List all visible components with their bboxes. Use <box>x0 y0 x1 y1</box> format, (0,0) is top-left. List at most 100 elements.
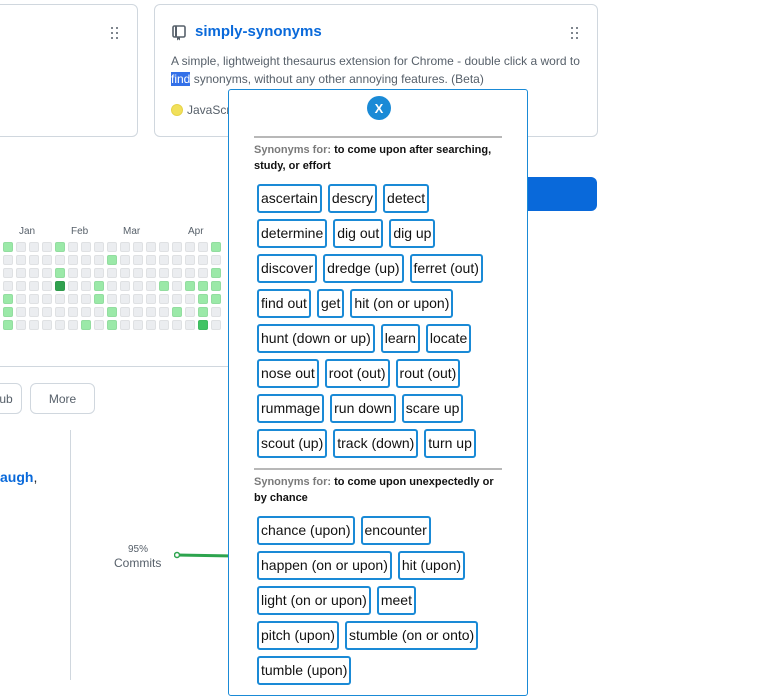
month-label: Apr <box>188 226 204 237</box>
synonym-chip[interactable]: encounter <box>360 516 431 545</box>
contribution-cell <box>68 320 78 330</box>
drag-handle-icon[interactable] <box>571 27 579 39</box>
user-name[interactable]: augh <box>0 469 33 485</box>
contribution-cell <box>107 242 117 252</box>
synonym-chip[interactable]: discover <box>257 254 318 283</box>
contribution-cell <box>94 294 104 304</box>
synonym-chip[interactable]: chance (upon) <box>257 516 355 545</box>
synonym-chip[interactable]: ferret (out) <box>409 254 483 283</box>
contribution-cell <box>198 268 208 278</box>
synonym-chip[interactable]: detect <box>383 184 430 213</box>
more-button[interactable]: More <box>30 383 95 414</box>
contribution-cell <box>159 294 169 304</box>
contribution-cell <box>42 320 52 330</box>
contribution-cell <box>68 255 78 265</box>
contribution-cell <box>55 268 65 278</box>
contribution-cell <box>68 294 78 304</box>
activity-overview-line <box>174 551 234 559</box>
contribution-cell <box>211 320 221 330</box>
synonym-list: chance (upon) encounter happen (on or upon… <box>257 516 502 691</box>
synonym-chip[interactable]: hunt (down or up) <box>257 324 375 353</box>
synonym-chip[interactable]: locate <box>425 324 472 353</box>
synonym-chip[interactable]: find out <box>257 289 311 318</box>
contribution-cell <box>198 255 208 265</box>
selected-word[interactable]: find <box>171 72 191 86</box>
close-button[interactable]: X <box>367 96 391 120</box>
synonym-chip[interactable]: dig out <box>333 219 384 248</box>
synonym-chip[interactable]: scout (up) <box>257 429 328 458</box>
synonym-popup: X Synonyms for: to come upon after searc… <box>228 89 528 696</box>
commits-label: Commits <box>114 556 162 570</box>
contribution-cell <box>185 294 195 304</box>
synonym-chip[interactable]: learn <box>380 324 420 353</box>
synonym-chip[interactable]: happen (on or upon) <box>257 551 392 580</box>
contribution-cell <box>133 242 143 252</box>
synonym-chip[interactable]: ascertain <box>257 184 322 213</box>
contribution-cell <box>68 268 78 278</box>
synonym-chip[interactable]: track (down) <box>333 429 419 458</box>
synonym-chip[interactable]: pitch (upon) <box>257 621 339 650</box>
synonym-chip[interactable]: rout (out) <box>395 359 461 388</box>
contribution-cell <box>55 255 65 265</box>
contribution-cell <box>172 307 182 317</box>
contribution-cell <box>55 281 65 291</box>
contribution-cell <box>146 281 156 291</box>
synonym-chip[interactable]: rummage <box>257 394 325 423</box>
synonym-chip[interactable]: dredge (up) <box>323 254 404 283</box>
contribution-cell <box>55 307 65 317</box>
contribution-cell <box>211 242 221 252</box>
user-link[interactable]: augh, <box>0 469 37 485</box>
synonym-chip[interactable]: get <box>316 289 345 318</box>
contribution-cell <box>159 320 169 330</box>
contribution-cell <box>42 294 52 304</box>
contribution-cell <box>3 281 13 291</box>
synonym-list: ascertain descry detect determine dig out dig… <box>257 184 502 464</box>
synonym-chip[interactable]: hit (upon) <box>397 551 466 580</box>
synonym-chip[interactable]: hit (on or upon) <box>350 289 454 318</box>
synonym-chip[interactable]: root (out) <box>324 359 390 388</box>
contribution-cell <box>81 294 91 304</box>
synonym-chip[interactable]: nose out <box>257 359 319 388</box>
contribution-cell <box>81 268 91 278</box>
contribution-cell <box>94 255 104 265</box>
contribution-cell <box>107 294 117 304</box>
synonym-chip[interactable]: light (on or upon) <box>257 586 371 615</box>
contribution-cell <box>185 281 195 291</box>
contribution-cell <box>3 255 13 265</box>
contribution-cell <box>94 307 104 317</box>
contribution-cell <box>29 255 39 265</box>
contribution-cell <box>211 294 221 304</box>
synonym-chip[interactable]: turn up <box>424 429 476 458</box>
repo-description: A simple, lightweight thesaurus extensio… <box>171 52 591 88</box>
contribution-cell <box>198 294 208 304</box>
synonym-chip[interactable]: meet <box>376 586 416 615</box>
synonym-chip[interactable]: dig up <box>389 219 436 248</box>
github-button[interactable]: ub <box>0 383 22 414</box>
contribution-cell <box>146 307 156 317</box>
contribution-cell <box>211 307 221 317</box>
contribution-cell <box>55 320 65 330</box>
contribution-cell <box>159 281 169 291</box>
contribution-cell <box>68 307 78 317</box>
synonym-chip[interactable]: scare up <box>401 394 464 423</box>
contribution-cell <box>120 242 130 252</box>
repo-name-link[interactable]: simply-synonyms <box>195 23 322 40</box>
contribution-cell <box>81 255 91 265</box>
repo-card-left <box>0 4 138 137</box>
synonym-chip[interactable]: run down <box>330 394 396 423</box>
synonym-chip[interactable]: tumble (upon) <box>257 656 352 685</box>
synonym-chip[interactable]: determine <box>257 219 328 248</box>
contribution-cell <box>16 281 26 291</box>
drag-handle-icon[interactable] <box>111 27 119 39</box>
contribution-cell <box>16 268 26 278</box>
contribution-cell <box>68 242 78 252</box>
synonym-chip[interactable]: stumble (on or onto) <box>344 621 479 650</box>
contribution-cell <box>185 255 195 265</box>
contribution-cell <box>3 268 13 278</box>
contribution-cell <box>107 307 117 317</box>
month-label: Feb <box>71 226 89 237</box>
contribution-cell <box>159 255 169 265</box>
synonym-chip[interactable]: descry <box>327 184 378 213</box>
repo-icon <box>172 25 186 41</box>
contribution-cell <box>211 255 221 265</box>
